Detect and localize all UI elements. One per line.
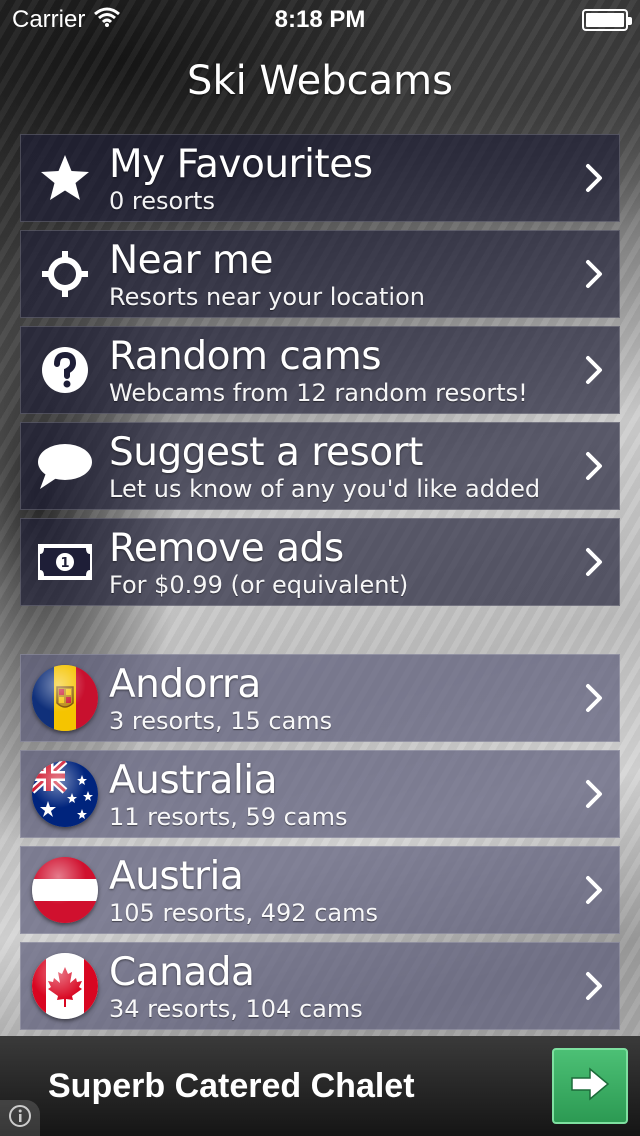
wifi-icon [93, 6, 121, 35]
country-row-canada[interactable]: Canada 34 resorts, 104 cams [20, 942, 620, 1030]
menu-item-near-me[interactable]: Near me Resorts near your location [20, 230, 620, 318]
chevron-right-icon [569, 355, 619, 385]
country-row-australia[interactable]: Australia 11 resorts, 59 cams [20, 750, 620, 838]
ad-info-button[interactable] [0, 1100, 40, 1136]
menu-item-subtitle: 0 resorts [109, 187, 215, 215]
menu-item-subtitle: For $0.99 (or equivalent) [109, 571, 409, 599]
chevron-right-icon [569, 547, 619, 577]
ad-go-button[interactable] [552, 1048, 628, 1124]
menu-item-title: Random cams [109, 334, 382, 379]
chevron-right-icon [569, 451, 619, 481]
menu-item-remove-ads[interactable]: 1 Remove ads For $0.99 (or equivalent) [20, 518, 620, 606]
speech-bubble-icon [21, 422, 109, 510]
arrow-right-icon [570, 1067, 610, 1105]
info-icon [8, 1104, 32, 1132]
country-detail: 3 resorts, 15 cams [109, 707, 333, 735]
country-name: Austria [109, 854, 244, 899]
menu-item-random-cams[interactable]: Random cams Webcams from 12 random resor… [20, 326, 620, 414]
menu-item-subtitle: Resorts near your location [109, 283, 425, 311]
australia-flag-icon [32, 761, 98, 827]
country-list: Andorra 3 resorts, 15 cams Australia 11 … [20, 654, 620, 1038]
country-name: Canada [109, 950, 255, 995]
menu-item-title: Suggest a resort [109, 430, 423, 475]
question-icon [21, 326, 109, 414]
battery-icon [582, 9, 632, 31]
menu-item-title: Near me [109, 238, 273, 283]
austria-flag-icon [32, 857, 98, 923]
svg-text:1: 1 [60, 556, 69, 571]
country-row-austria[interactable]: Austria 105 resorts, 492 cams [20, 846, 620, 934]
menu-item-favourites[interactable]: My Favourites 0 resorts [20, 134, 620, 222]
menu-item-title: Remove ads [109, 526, 344, 571]
country-detail: 105 resorts, 492 cams [109, 899, 378, 927]
country-name: Australia [109, 758, 278, 803]
menu-item-title: My Favourites [109, 142, 373, 187]
crosshair-icon [21, 230, 109, 318]
country-detail: 34 resorts, 104 cams [109, 995, 363, 1023]
menu-item-subtitle: Webcams from 12 random resorts! [109, 379, 528, 407]
chevron-right-icon [569, 163, 619, 193]
main-menu: My Favourites 0 resorts Near me Resorts … [20, 134, 620, 614]
status-bar: Carrier 8:18 PM [0, 0, 640, 40]
ad-text: Superb Catered Chalet [48, 1066, 415, 1105]
chevron-right-icon [569, 971, 619, 1001]
chevron-right-icon [569, 875, 619, 905]
country-detail: 11 resorts, 59 cams [109, 803, 348, 831]
ad-banner[interactable]: Superb Catered Chalet [0, 1036, 640, 1136]
andorra-flag-icon [32, 665, 98, 731]
carrier-label: Carrier [12, 6, 86, 33]
banknote-icon: 1 [21, 518, 109, 606]
chevron-right-icon [569, 683, 619, 713]
chevron-right-icon [569, 779, 619, 809]
menu-item-suggest-resort[interactable]: Suggest a resort Let us know of any you'… [20, 422, 620, 510]
star-icon [21, 134, 109, 222]
menu-item-subtitle: Let us know of any you'd like added [109, 475, 541, 503]
page-title: Ski Webcams [187, 58, 453, 104]
chevron-right-icon [569, 259, 619, 289]
canada-flag-icon [32, 953, 98, 1019]
country-name: Andorra [109, 662, 261, 707]
country-row-andorra[interactable]: Andorra 3 resorts, 15 cams [20, 654, 620, 742]
